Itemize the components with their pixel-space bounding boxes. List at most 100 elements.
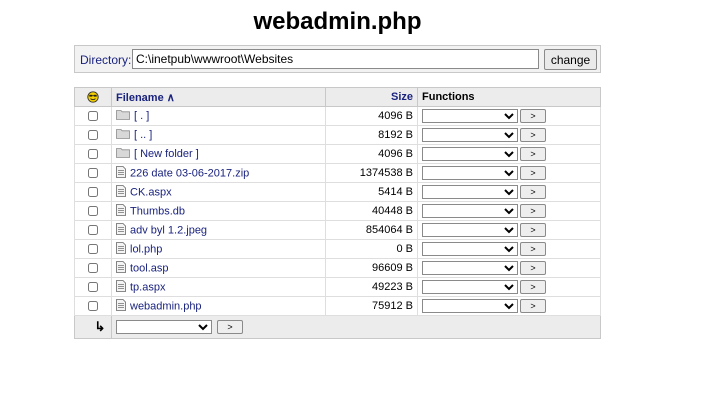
functions-cell: > [417, 144, 601, 164]
row-checkbox[interactable] [88, 263, 98, 274]
functions-column-header: Functions [417, 87, 601, 107]
row-checkbox[interactable] [88, 187, 98, 198]
filename-cell[interactable]: tp.aspx [111, 277, 326, 297]
function-select[interactable] [422, 147, 518, 161]
footer-actions: > [111, 315, 601, 339]
filename-link[interactable]: tool.asp [130, 262, 169, 274]
filename-link[interactable]: webadmin.php [130, 300, 202, 312]
functions-cell: > [417, 239, 601, 259]
table-row: webadmin.php 75912 B > [74, 296, 601, 316]
functions-cell: > [417, 296, 601, 316]
row-checkbox-cell [74, 182, 112, 202]
file-icon [116, 241, 126, 257]
folder-icon [116, 147, 130, 161]
table-row: Thumbs.db 40448 B > [74, 201, 601, 221]
filename-link[interactable]: tp.aspx [130, 281, 165, 293]
functions-cell: > [417, 182, 601, 202]
row-checkbox[interactable] [88, 168, 98, 179]
filename-link[interactable]: lol.php [130, 243, 162, 255]
function-go-button[interactable]: > [520, 128, 546, 142]
function-go-button[interactable]: > [520, 242, 546, 256]
change-button[interactable]: change [544, 49, 597, 70]
filename-link[interactable]: [ . ] [134, 110, 149, 122]
directory-label: Directory: [80, 53, 132, 67]
function-go-button[interactable]: > [520, 185, 546, 199]
filename-link[interactable]: Thumbs.db [130, 205, 185, 217]
filename-cell[interactable]: [ . ] [111, 106, 326, 126]
function-select[interactable] [422, 128, 518, 142]
row-checkbox[interactable] [88, 244, 98, 255]
filename-column-header[interactable]: Filename ∧ [111, 87, 326, 107]
function-select[interactable] [422, 261, 518, 275]
table-row: CK.aspx 5414 B > [74, 182, 601, 202]
directory-input[interactable] [132, 49, 539, 69]
file-icon [116, 222, 126, 238]
filename-link[interactable]: 226 date 03-06-2017.zip [130, 167, 249, 179]
file-icon [116, 298, 126, 314]
row-checkbox-cell [74, 277, 112, 297]
table-row: [ . ] 4096 B > [74, 106, 601, 126]
function-go-button[interactable]: > [520, 299, 546, 313]
function-select[interactable] [422, 185, 518, 199]
bulk-action-select[interactable] [116, 320, 212, 334]
row-checkbox-cell [74, 258, 112, 278]
return-arrow-icon: ↳ [94, 319, 106, 334]
table-row: tool.asp 96609 B > [74, 258, 601, 278]
file-icon [116, 279, 126, 295]
filename-link[interactable]: CK.aspx [130, 186, 172, 198]
select-all-header[interactable] [74, 87, 112, 107]
row-checkbox-cell [74, 163, 112, 183]
filename-cell[interactable]: adv byl 1.2.jpeg [111, 220, 326, 240]
function-go-button[interactable]: > [520, 261, 546, 275]
filename-cell[interactable]: lol.php [111, 239, 326, 259]
size-cell: 49223 B [325, 277, 418, 297]
function-go-button[interactable]: > [520, 204, 546, 218]
filename-cell[interactable]: webadmin.php [111, 296, 326, 316]
filename-cell[interactable]: 226 date 03-06-2017.zip [111, 163, 326, 183]
functions-cell: > [417, 258, 601, 278]
row-checkbox[interactable] [88, 149, 98, 160]
function-go-button[interactable]: > [520, 166, 546, 180]
row-checkbox[interactable] [88, 130, 98, 141]
row-checkbox[interactable] [88, 301, 98, 312]
row-checkbox-cell [74, 144, 112, 164]
function-select[interactable] [422, 223, 518, 237]
filename-cell[interactable]: Thumbs.db [111, 201, 326, 221]
filename-cell[interactable]: tool.asp [111, 258, 326, 278]
function-select[interactable] [422, 109, 518, 123]
row-checkbox[interactable] [88, 111, 98, 122]
table-row: [ New folder ] 4096 B > [74, 144, 601, 164]
size-column-header[interactable]: Size [325, 87, 418, 107]
function-select[interactable] [422, 280, 518, 294]
size-cell: 40448 B [325, 201, 418, 221]
bulk-action-go-button[interactable]: > [217, 320, 244, 334]
directory-bar: Directory: change [74, 45, 601, 73]
filename-link[interactable]: adv byl 1.2.jpeg [130, 224, 207, 236]
filename-link[interactable]: [ .. ] [134, 129, 152, 141]
row-checkbox[interactable] [88, 225, 98, 236]
smiley-icon[interactable] [87, 91, 99, 103]
function-select[interactable] [422, 242, 518, 256]
function-go-button[interactable]: > [520, 109, 546, 123]
function-select[interactable] [422, 299, 518, 313]
function-select[interactable] [422, 166, 518, 180]
row-checkbox[interactable] [88, 282, 98, 293]
table-footer-row: ↳ > [74, 315, 601, 339]
function-go-button[interactable]: > [520, 280, 546, 294]
row-checkbox-cell [74, 239, 112, 259]
table-header-row: Filename ∧ Size Functions [74, 87, 601, 107]
functions-cell: > [417, 201, 601, 221]
table-row: tp.aspx 49223 B > [74, 277, 601, 297]
function-go-button[interactable]: > [520, 147, 546, 161]
function-go-button[interactable]: > [520, 223, 546, 237]
row-checkbox[interactable] [88, 206, 98, 217]
row-checkbox-cell [74, 220, 112, 240]
filename-cell[interactable]: [ New folder ] [111, 144, 326, 164]
file-icon [116, 203, 126, 219]
filename-cell[interactable]: CK.aspx [111, 182, 326, 202]
filename-cell[interactable]: [ .. ] [111, 125, 326, 145]
function-select[interactable] [422, 204, 518, 218]
size-cell: 1374538 B [325, 163, 418, 183]
size-cell: 5414 B [325, 182, 418, 202]
filename-link[interactable]: [ New folder ] [134, 148, 199, 160]
